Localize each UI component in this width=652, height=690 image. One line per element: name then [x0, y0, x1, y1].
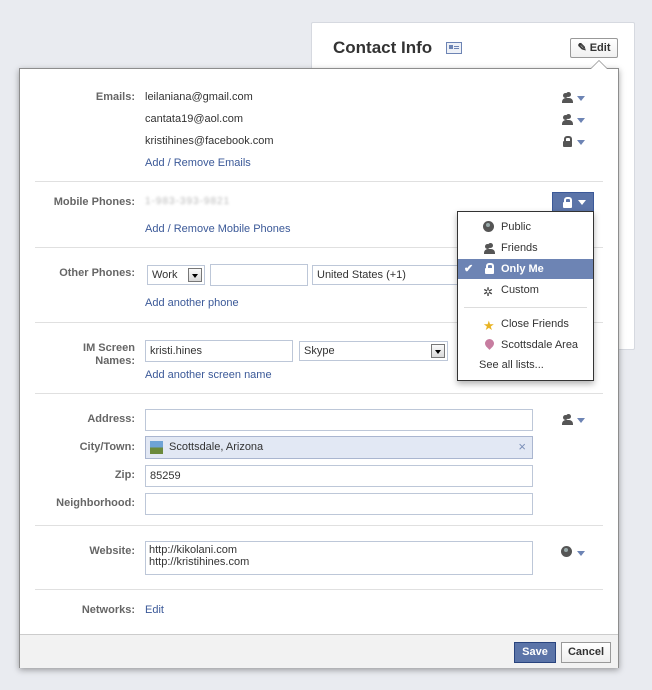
- website-textarea[interactable]: http://kikolani.com http://kristihines.c…: [145, 541, 533, 575]
- chevron-down-icon: [577, 551, 585, 556]
- im-screen-names-label: IM Screen Names:: [25, 342, 135, 368]
- city-label: City/Town:: [79, 441, 135, 453]
- country-code-select[interactable]: United States (+1): [312, 265, 458, 285]
- add-remove-emails-link[interactable]: Add / Remove Emails: [145, 157, 251, 169]
- city-value: Scottsdale, Arizona: [169, 441, 264, 453]
- contact-card-icon: [446, 42, 462, 54]
- phone-type-value: Work: [152, 269, 178, 281]
- privacy-menu: Public Friends ✔ Only Me ✲ Custom ★ Clos…: [457, 211, 594, 381]
- website-label: Website:: [89, 545, 135, 557]
- divider: [35, 393, 603, 394]
- im-label-line1: IM Screen: [83, 342, 135, 354]
- dropdown-arrow-icon: [188, 268, 202, 282]
- dialog-pointer: [590, 60, 608, 69]
- privacy-option-label: Friends: [501, 242, 538, 254]
- neighborhood-label: Neighborhood:: [56, 497, 135, 509]
- website-line: http://kristihines.com: [149, 556, 250, 568]
- check-icon: ✔: [464, 263, 474, 275]
- add-another-phone-link[interactable]: Add another phone: [145, 297, 239, 309]
- remove-city-icon[interactable]: ×: [518, 439, 526, 454]
- mobile-privacy-selector[interactable]: [552, 192, 594, 212]
- gear-icon: ✲: [483, 285, 494, 299]
- chevron-down-icon: [577, 118, 585, 123]
- im-service-select[interactable]: Skype: [299, 341, 448, 361]
- privacy-option-only-me[interactable]: ✔ Only Me: [458, 259, 593, 279]
- add-another-screen-name-link[interactable]: Add another screen name: [145, 369, 272, 381]
- email-privacy-selector[interactable]: [561, 135, 585, 149]
- email-privacy-selector[interactable]: [561, 113, 585, 127]
- friends-icon: [561, 414, 573, 425]
- see-all-lists-link[interactable]: See all lists...: [458, 355, 593, 375]
- privacy-option-public[interactable]: Public: [458, 217, 593, 237]
- lock-icon: [562, 136, 572, 147]
- divider: [35, 589, 603, 590]
- email-item: kristihines@facebook.com: [145, 135, 274, 147]
- chevron-down-icon: [577, 140, 585, 145]
- pencil-icon: ✎: [577, 42, 587, 54]
- save-button[interactable]: Save: [514, 642, 556, 663]
- city-thumbnail-icon: [150, 441, 163, 454]
- im-name-input[interactable]: kristi.hines: [145, 340, 293, 362]
- privacy-option-scottsdale-area[interactable]: Scottsdale Area: [458, 335, 593, 355]
- globe-icon: [561, 546, 572, 557]
- chevron-down-icon: [578, 200, 586, 205]
- email-privacy-selector[interactable]: [561, 91, 585, 105]
- email-item: cantata19@aol.com: [145, 113, 244, 125]
- add-remove-mobile-link[interactable]: Add / Remove Mobile Phones: [145, 223, 291, 235]
- networks-label: Networks:: [81, 604, 135, 616]
- im-label-line2: Names:: [95, 355, 135, 367]
- divider: [35, 525, 603, 526]
- privacy-option-label: Public: [501, 221, 531, 233]
- chevron-down-icon: [577, 96, 585, 101]
- neighborhood-input[interactable]: [145, 493, 533, 515]
- mobile-phones-label: Mobile Phones:: [53, 196, 135, 208]
- country-code-value: United States (+1): [317, 269, 406, 281]
- emails-label: Emails:: [95, 91, 135, 103]
- phone-number-input[interactable]: [210, 264, 308, 286]
- website-line: http://kikolani.com: [149, 544, 238, 556]
- lock-icon: [562, 197, 572, 208]
- card-title: Contact Info: [333, 38, 433, 57]
- dropdown-arrow-icon: [431, 344, 445, 358]
- address-input[interactable]: [145, 409, 533, 431]
- phone-type-select[interactable]: Work: [147, 265, 205, 285]
- dialog-footer: Save Cancel: [20, 634, 618, 668]
- edit-button[interactable]: ✎ Edit: [570, 38, 618, 58]
- networks-edit-link[interactable]: Edit: [145, 604, 164, 616]
- other-phones-label: Other Phones:: [59, 267, 135, 279]
- email-item: leilaniana@gmail.com: [145, 91, 253, 103]
- mobile-number-blurred: 1-983-393-9821: [145, 196, 231, 207]
- privacy-option-label: Custom: [501, 284, 539, 296]
- location-icon: [483, 337, 496, 351]
- privacy-option-label: Only Me: [501, 263, 544, 275]
- privacy-option-close-friends[interactable]: ★ Close Friends: [458, 314, 593, 334]
- globe-icon: [483, 221, 495, 233]
- privacy-option-label: Scottsdale Area: [501, 339, 579, 351]
- privacy-option-custom[interactable]: ✲ Custom: [458, 280, 593, 300]
- friends-icon: [561, 114, 573, 125]
- city-token[interactable]: Scottsdale, Arizona ×: [145, 436, 533, 459]
- star-icon: ★: [483, 318, 495, 333]
- im-service-value: Skype: [304, 345, 335, 357]
- menu-divider: [464, 307, 587, 308]
- privacy-option-label: Close Friends: [501, 318, 569, 330]
- address-privacy-selector[interactable]: [561, 413, 585, 427]
- privacy-option-friends[interactable]: Friends: [458, 238, 593, 258]
- friends-icon: [483, 242, 495, 254]
- edit-button-label: Edit: [589, 42, 611, 54]
- cancel-button[interactable]: Cancel: [561, 642, 611, 663]
- see-all-lists-label: See all lists...: [479, 359, 544, 371]
- chevron-down-icon: [577, 418, 585, 423]
- website-privacy-selector[interactable]: [561, 546, 585, 560]
- zip-label: Zip:: [114, 469, 135, 481]
- divider: [35, 181, 603, 182]
- lock-icon: [483, 263, 495, 275]
- friends-icon: [561, 92, 573, 103]
- address-label: Address:: [87, 413, 135, 425]
- zip-input[interactable]: 85259: [145, 465, 533, 487]
